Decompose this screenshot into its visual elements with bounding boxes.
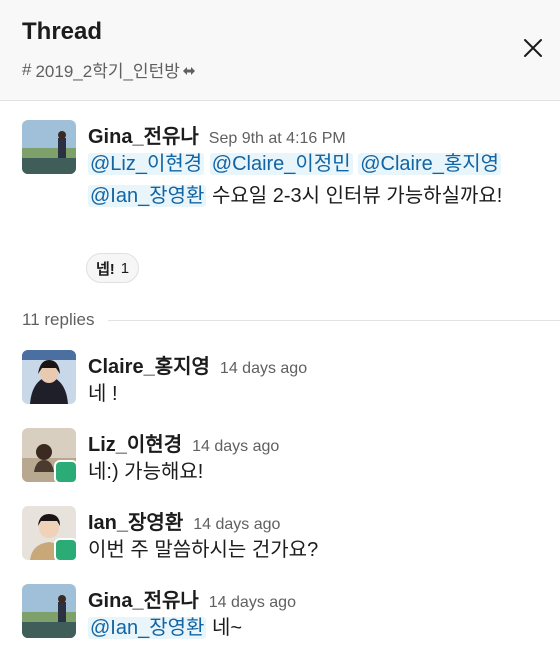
- message-text: 네 !: [88, 383, 118, 405]
- reaction-pill[interactable]: 넵! 1: [86, 253, 140, 283]
- message-body: @Ian_장영환 네~: [88, 612, 548, 644]
- channel-link[interactable]: # 2019_2학기_인턴방: [22, 57, 196, 82]
- mention[interactable]: @Claire_이정민: [209, 153, 353, 175]
- message-author[interactable]: Ian_장영환 14 days ago: [88, 506, 280, 535]
- thread-header: Thread # 2019_2학기_인턴방: [0, 0, 560, 101]
- mention[interactable]: @Ian_장영환: [88, 617, 207, 639]
- message-author[interactable]: Claire_홍지영 14 days ago: [88, 350, 307, 379]
- message-author[interactable]: Liz_이현경 14 days ago: [88, 428, 279, 457]
- mention[interactable]: @Liz_이현경: [88, 153, 205, 175]
- status-badge: [54, 538, 78, 562]
- message-body: @Liz_이현경 @Claire_이정민 @Claire_홍지영 @Ian_장영…: [88, 148, 548, 212]
- message-time[interactable]: 14 days ago: [192, 438, 279, 455]
- mention[interactable]: @Claire_홍지영: [358, 153, 502, 175]
- replies-count: 11 replies: [22, 310, 95, 329]
- message-text: 수요일 2-3시 인터뷰 가능하실까요!: [212, 185, 503, 207]
- message-time[interactable]: Sep 9th at 4:16 PM: [209, 130, 346, 147]
- close-icon[interactable]: [518, 33, 548, 63]
- channel-name: 2019_2학기_인턴방: [35, 62, 180, 81]
- status-badge: [54, 460, 78, 484]
- message-time[interactable]: 14 days ago: [220, 360, 307, 377]
- author-name[interactable]: Gina_전유나: [88, 590, 199, 612]
- message-author[interactable]: Gina_전유나 Sep 9th at 4:16 PM: [88, 120, 346, 149]
- channel-hash: #: [22, 59, 32, 79]
- author-name[interactable]: Liz_이현경: [88, 434, 182, 456]
- mention[interactable]: @Ian_장영환: [88, 185, 207, 207]
- shared-channel-icon: [182, 66, 195, 75]
- reaction-count: 1: [120, 259, 130, 277]
- author-name[interactable]: Gina_전유나: [88, 126, 199, 148]
- message-time[interactable]: 14 days ago: [209, 594, 296, 611]
- message-text: 네:) 가능해요!: [88, 461, 204, 483]
- message-author[interactable]: Gina_전유나 14 days ago: [88, 584, 296, 613]
- avatar[interactable]: [22, 120, 76, 174]
- thread-title: Thread: [22, 18, 103, 45]
- reaction-emoji: 넵!: [96, 260, 115, 278]
- message-time[interactable]: 14 days ago: [193, 516, 280, 533]
- message-text: 이번 주 말씀하시는 건가요?: [88, 539, 319, 561]
- avatar[interactable]: [22, 584, 76, 638]
- author-name[interactable]: Claire_홍지영: [88, 356, 210, 378]
- divider-line: [108, 319, 560, 321]
- message-text: 네~: [212, 617, 243, 639]
- replies-divider: 11 replies: [22, 307, 560, 333]
- avatar[interactable]: [22, 350, 76, 404]
- author-name[interactable]: Ian_장영환: [88, 512, 183, 534]
